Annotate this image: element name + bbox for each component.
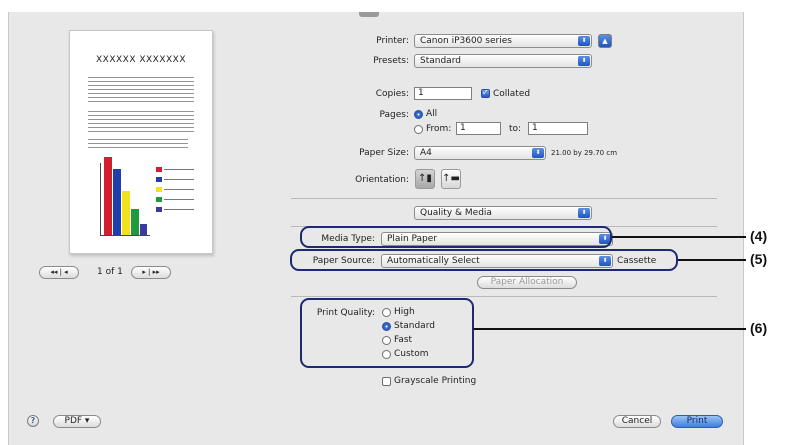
preview-text-lines [88, 77, 194, 105]
first-prev-page-button[interactable]: ◂◂ | ◂ [39, 266, 79, 279]
pages-all-radio[interactable] [414, 110, 423, 119]
orientation-label: Orientation: [355, 175, 409, 185]
popup-arrows-icon: ⬍ [578, 56, 590, 66]
pages-all-label: All [426, 109, 438, 119]
sheet-handle [359, 12, 379, 17]
presets-popup[interactable]: Standard ⬍ [414, 54, 592, 68]
next-last-page-button[interactable]: ▸ | ▸▸ [131, 266, 171, 279]
callout-5: (5) [750, 251, 768, 267]
separator [291, 198, 717, 199]
preview-heading: XXXXXX XXXXXXX [96, 55, 187, 65]
pages-from-field[interactable]: 1 [456, 122, 501, 135]
preview-bar [122, 191, 130, 235]
callout-4: (4) [750, 228, 768, 244]
page-preview: XXXXXX XXXXXXX [69, 30, 213, 254]
printer-popup[interactable]: Canon iP3600 series ⬍ [414, 34, 592, 48]
paper-source-highlight [290, 249, 678, 271]
preview-chart-axis [100, 163, 101, 235]
panel-menu-popup[interactable]: Quality & Media ⬍ [414, 206, 592, 220]
preview-bar [104, 157, 112, 235]
copies-label: Copies: [375, 89, 409, 99]
pages-label: Pages: [379, 110, 409, 120]
preview-legend-swatch [156, 187, 162, 192]
preview-legend-line [164, 189, 194, 190]
print-quality-highlight [300, 298, 474, 368]
popup-arrows-icon: ⬍ [532, 148, 544, 158]
preview-legend-line [164, 179, 194, 180]
collated-label: Collated [493, 89, 531, 99]
pdf-button[interactable]: PDF ▾ [53, 415, 101, 428]
media-type-highlight [300, 226, 612, 248]
preview-text-lines [88, 111, 194, 133]
preview-legend-swatch [156, 177, 162, 182]
callout-6: (6) [750, 320, 768, 336]
preview-legend-line [164, 199, 194, 200]
portrait-orientation-button[interactable]: ↑▮ [415, 169, 435, 189]
popup-arrows-icon: ⬍ [578, 208, 590, 218]
paper-size-label: Paper Size: [359, 148, 409, 158]
printer-label: Printer: [376, 36, 409, 46]
preview-legend-swatch [156, 197, 162, 202]
landscape-icon: ↑▬ [442, 173, 460, 184]
landscape-orientation-button[interactable]: ↑▬ [441, 169, 461, 189]
callout-leader-4 [612, 236, 746, 238]
popup-arrows-icon: ⬍ [578, 36, 590, 46]
panel-menu-value: Quality & Media [420, 208, 492, 218]
callout-leader-6 [474, 328, 746, 330]
copies-field[interactable]: 1 [414, 87, 472, 100]
preview-text-lines [88, 139, 188, 151]
preview-bar [131, 209, 139, 235]
preview-legend-line [164, 209, 194, 210]
callout-leader-5 [678, 259, 746, 261]
separator [291, 296, 717, 297]
help-icon[interactable]: ? [27, 415, 39, 427]
presets-label: Presets: [373, 56, 409, 66]
page-counter: 1 of 1 [97, 267, 123, 277]
pages-from-radio[interactable] [414, 125, 423, 134]
portrait-icon: ↑▮ [418, 173, 432, 184]
paper-dimensions: 21.00 by 29.70 cm [551, 149, 618, 157]
preview-bar [140, 224, 147, 235]
paper-size-value: A4 [420, 148, 432, 158]
grayscale-label: Grayscale Printing [394, 376, 477, 386]
grayscale-checkbox[interactable] [382, 377, 391, 386]
print-button[interactable]: Print [671, 415, 723, 428]
preview-chart-axis [100, 235, 150, 236]
preview-legend-line [164, 169, 194, 170]
preview-bar [113, 169, 121, 235]
pages-from-label: From: [426, 124, 452, 134]
paper-allocation-button[interactable]: Paper Allocation [477, 276, 577, 289]
printer-value: Canon iP3600 series [420, 36, 512, 46]
presets-value: Standard [420, 56, 461, 66]
pages-to-label: to: [509, 124, 522, 134]
cancel-button[interactable]: Cancel [613, 415, 661, 428]
disclosure-triangle-icon[interactable]: ▲ [598, 34, 612, 48]
paper-size-popup[interactable]: A4 ⬍ [414, 146, 546, 160]
preview-legend-swatch [156, 167, 162, 172]
collated-checkbox[interactable] [481, 88, 490, 98]
preview-legend-swatch [156, 207, 162, 212]
pages-to-field[interactable]: 1 [528, 122, 588, 135]
